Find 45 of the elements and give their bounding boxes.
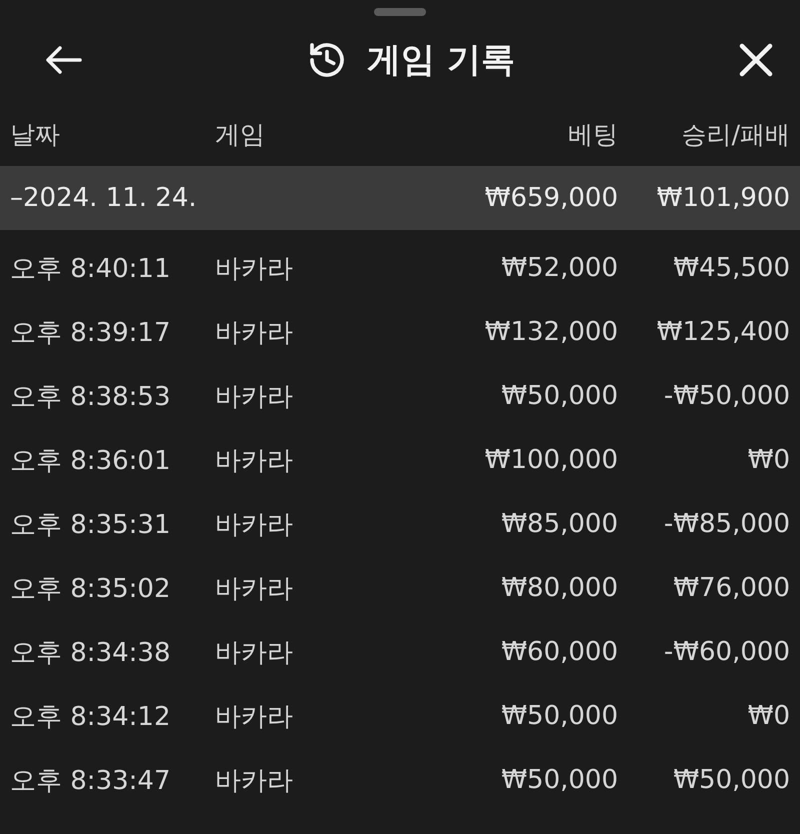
table-cell-text: 바카라: [215, 316, 294, 350]
column-header: 승리/패배: [680, 118, 790, 150]
table-cell-text: 바카라: [215, 764, 294, 798]
table-cell-text: ₩0: [746, 445, 790, 475]
table-cell-text: ₩50,000: [500, 381, 618, 411]
table-cell-text: ₩60,000: [500, 637, 618, 667]
table-cell-text: 바카라: [215, 700, 294, 734]
table-cell-text: ₩101,900: [656, 183, 790, 213]
table-cell-text: 오후 8:39:17: [10, 316, 172, 350]
column-header: 날짜: [10, 118, 61, 150]
table-cell-text: ₩50,000: [500, 765, 618, 795]
table-cell-text: ₩100,000: [484, 445, 618, 475]
table-cell-text: -₩60,000: [662, 637, 790, 667]
table-cell-text: 바카라: [215, 444, 294, 478]
table-cell-text: ₩132,000: [484, 317, 618, 347]
table-cell-text: ₩50,000: [500, 701, 618, 731]
table-cell-text: 오후 8:34:12: [10, 700, 172, 734]
table-cell-text: 오후 8:33:47: [10, 764, 172, 798]
table-cell-text: 오후 8:38:53: [10, 380, 172, 414]
table-cell-text: -₩50,000: [662, 381, 790, 411]
table-cell-text: ₩52,000: [500, 253, 618, 283]
table-cell-text: -₩85,000: [662, 509, 790, 539]
column-header: 베팅: [567, 118, 618, 150]
column-header: 게임: [215, 118, 266, 150]
table-cell-text: 바카라: [215, 572, 294, 606]
table-cell-text: ₩76,000: [672, 573, 790, 603]
table-cell-text: ₩80,000: [500, 573, 618, 603]
table-cell-text: ₩659,000: [484, 183, 618, 213]
table-cell-text: ₩0: [746, 701, 790, 731]
table-cell-text: ₩45,500: [672, 253, 790, 283]
drag-handle[interactable]: [374, 8, 426, 16]
table-cell-text: 바카라: [215, 252, 294, 286]
table-cell-text: 오후 8:36:01: [10, 444, 172, 478]
window-title: 게임 기록: [367, 39, 515, 82]
table-cell-text: 오후 8:35:02: [10, 572, 172, 606]
table-cell-text: ₩125,400: [656, 317, 790, 347]
table-cell-text: ₩85,000: [500, 509, 618, 539]
table-cell-text: 오후 8:34:38: [10, 636, 172, 670]
table-cell-text: 오후 8:40:11: [10, 252, 172, 286]
table-cell-text: ₩50,000: [672, 765, 790, 795]
table-cell-text: 오후 8:35:31: [10, 508, 172, 542]
date-group-header[interactable]: –2024. 11. 24.: [10, 183, 440, 213]
table-cell-text: 바카라: [215, 636, 294, 670]
table-cell-text: 바카라: [215, 508, 294, 542]
table-cell-text: 바카라: [215, 380, 294, 414]
